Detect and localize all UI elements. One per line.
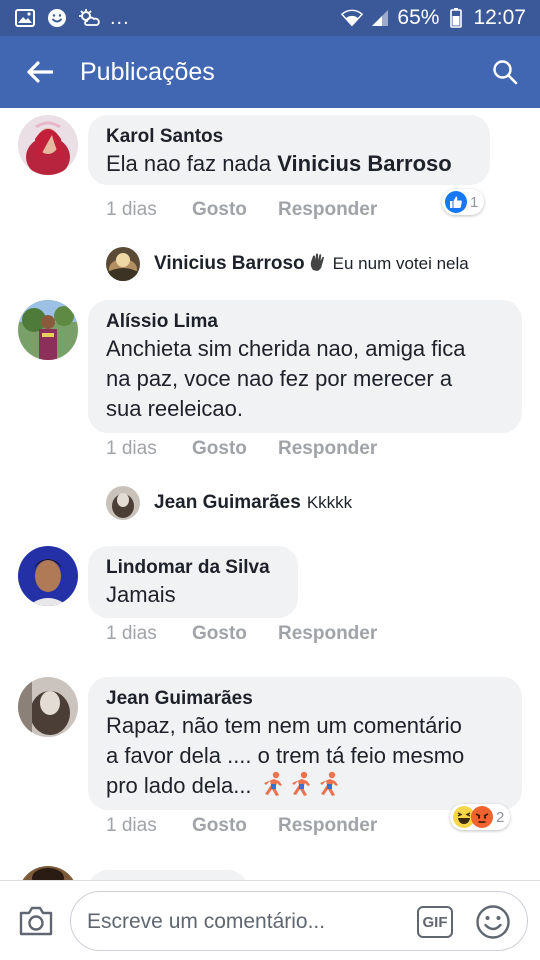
- comment-text-line-3-body: pro lado dela...: [106, 773, 252, 798]
- reply-button[interactable]: Responder: [278, 623, 377, 645]
- smiley-notification-icon: [46, 8, 68, 28]
- comment-author[interactable]: Jean Guimarães: [106, 687, 504, 711]
- reaction-summary[interactable]: 1: [442, 189, 485, 215]
- comment-time: 1 dias: [106, 438, 157, 459]
- reply-preview[interactable]: Vinicius Barroso Eu num votei nela: [106, 247, 469, 281]
- comment-time: 1 dias: [106, 815, 157, 836]
- battery-percent: 65%: [397, 6, 440, 29]
- reaction-count: 1: [470, 193, 479, 211]
- comment-actions: 1 dias Gosto Responder: [106, 815, 377, 837]
- reply-button[interactable]: Responder: [278, 199, 377, 221]
- comment-text-line-2: a favor dela .... o trem tá feio mesmo: [106, 743, 465, 768]
- search-icon: [493, 60, 518, 85]
- comment-author[interactable]: Alíssio Lima: [106, 310, 504, 334]
- status-bar-left: ...: [14, 7, 130, 30]
- comment-text: Jamais: [106, 582, 176, 607]
- comment-text-line-3: sua reeleicao.: [106, 396, 243, 421]
- avatar[interactable]: [18, 300, 78, 360]
- comment-bubble: Karol Santos Ela nao faz nada Vinicius B…: [88, 115, 490, 185]
- wave-hand-icon: [309, 252, 327, 277]
- avatar[interactable]: [18, 866, 78, 880]
- comment-text-line-3: pro lado dela...: [106, 771, 504, 805]
- clock: 12:07: [473, 6, 526, 29]
- signal-icon: [369, 8, 391, 28]
- comment-text-body: Ela nao faz nada: [106, 151, 272, 176]
- gif-button[interactable]: GIF: [417, 906, 453, 938]
- comment-input[interactable]: [87, 906, 407, 938]
- back-button[interactable]: [0, 36, 80, 108]
- camera-button[interactable]: [14, 899, 58, 943]
- comment-author[interactable]: Lindomar da Silva: [106, 556, 280, 580]
- like-button[interactable]: Gosto: [192, 438, 278, 460]
- reply-avatar: [106, 247, 140, 281]
- status-bar-right: 65% 12:07: [341, 6, 526, 30]
- comment-text-line-1: Rapaz, não tem nem um comentário: [106, 713, 462, 738]
- app-root: ... 65% 12:07 Publicações Karol Santos E…: [0, 0, 540, 960]
- wifi-icon: [341, 8, 364, 28]
- reply-avatar: [106, 486, 140, 520]
- camera-icon: [19, 906, 53, 936]
- back-arrow-icon: [27, 61, 53, 83]
- comment-composer: GIF: [0, 880, 540, 960]
- comment-text: Ela nao faz nada Vinicius Barroso: [106, 149, 472, 179]
- comment-actions: 1 dias Gosto Responder: [106, 199, 377, 221]
- emoji-icon: [476, 905, 510, 939]
- reply-preview[interactable]: Jean Guimarães Kkkkk: [106, 486, 352, 520]
- like-button[interactable]: Gosto: [192, 815, 278, 837]
- comment-actions: 1 dias Gosto Responder: [106, 438, 377, 460]
- comment-time: 1 dias: [106, 199, 157, 220]
- like-button[interactable]: Gosto: [192, 623, 278, 645]
- comments-list: Karol Santos Ela nao faz nada Vinicius B…: [0, 108, 540, 880]
- app-bar: Publicações: [0, 36, 540, 108]
- weather-notification-icon: [78, 8, 100, 28]
- more-notifications: ...: [110, 6, 130, 29]
- like-button[interactable]: Gosto: [192, 199, 278, 221]
- reply-author: Jean Guimarães: [154, 492, 301, 513]
- comment-bubble: Jean Guimarães Rapaz, não tem nem um com…: [88, 677, 522, 810]
- avatar[interactable]: [18, 546, 78, 606]
- comment-text-line-1: Anchieta sim cherida nao, amiga fica: [106, 336, 466, 361]
- emoji-button[interactable]: [475, 904, 511, 940]
- angry-reaction-icon: [471, 806, 493, 828]
- like-reaction-icon: [445, 191, 467, 213]
- reply-author: Vinicius Barroso: [154, 253, 305, 274]
- search-button[interactable]: [470, 36, 540, 108]
- battery-icon: [445, 8, 467, 28]
- page-title: Publicações: [80, 57, 215, 86]
- comment-text-line-2: na paz, voce nao fez por merecer a: [106, 366, 453, 391]
- reply-button[interactable]: Responder: [278, 438, 377, 460]
- gallery-notification-icon: [14, 8, 36, 28]
- comment-input-box[interactable]: GIF: [70, 891, 528, 951]
- mention-link[interactable]: Vinicius Barroso: [277, 151, 451, 176]
- reply-text: Kkkkk: [306, 493, 353, 512]
- reply-button[interactable]: Responder: [278, 815, 377, 837]
- comment-bubble: Alíssio Lima Anchieta sim cherida nao, a…: [88, 300, 522, 433]
- status-bar: ... 65% 12:07: [0, 0, 540, 36]
- comment-actions: 1 dias Gosto Responder: [106, 623, 377, 645]
- comment-author[interactable]: Karol Santos: [106, 125, 472, 149]
- reply-text: Eu num votei nela: [332, 254, 469, 273]
- comment-bubble: Lindomar da Silva Jamais: [88, 546, 298, 618]
- avatar[interactable]: [18, 115, 78, 175]
- avatar[interactable]: [18, 677, 78, 737]
- running-person-emoji-icon: [262, 771, 346, 805]
- reaction-summary[interactable]: 2: [450, 804, 511, 830]
- reaction-count: 2: [496, 808, 505, 826]
- comment-time: 1 dias: [106, 623, 157, 644]
- comment-bubble: [88, 870, 248, 880]
